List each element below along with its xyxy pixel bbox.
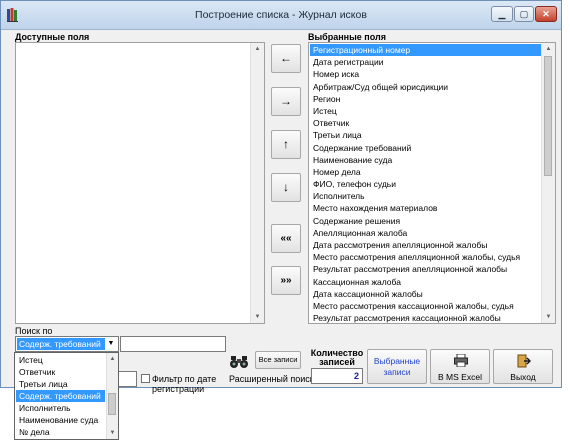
selected-field-item[interactable]: ФИО, телефон судьи	[310, 178, 541, 190]
window-title: Построение списка - Журнал исков	[195, 9, 367, 21]
maximize-button[interactable]: ▢	[514, 6, 534, 22]
minimize-button[interactable]: ▁	[491, 6, 513, 22]
selected-fields-list[interactable]: Регистрационный номер Дата регистрации Ном…	[308, 42, 556, 324]
scroll-up-arrow-icon[interactable]: ▲	[542, 43, 555, 55]
date-filter-label: Фильтр по дате регистрации	[152, 374, 217, 394]
selected-field-item[interactable]: Наименование суда	[310, 154, 541, 166]
dialog-window: Построение списка - Журнал исков ▁ ▢ ✕ Д…	[0, 0, 562, 394]
available-fields-label: Доступные поля	[15, 32, 90, 42]
selected-field-item[interactable]: Истец	[310, 105, 541, 117]
maximize-icon: ▢	[519, 9, 529, 19]
export-excel-button[interactable]: В MS Excel	[430, 349, 490, 384]
scroll-up-arrow-icon[interactable]: ▲	[107, 353, 118, 365]
selected-field-item[interactable]: Дата кассационной жалобы	[310, 288, 541, 300]
selected-fields-label: Выбранные поля	[308, 32, 386, 42]
dropdown-option[interactable]: Ответчик	[16, 366, 105, 378]
title-bar: Построение списка - Журнал исков ▁ ▢ ✕	[1, 1, 561, 30]
exit-door-icon	[517, 354, 531, 368]
selected-field-item[interactable]: Третьи лица	[310, 129, 541, 141]
selected-field-item[interactable]: Арбитраж/Суд общей юрисдикции	[310, 81, 541, 93]
selected-scrollbar[interactable]: ▲ ▼	[541, 43, 555, 323]
selected-field-item[interactable]: Номер дела	[310, 166, 541, 178]
selected-field-item[interactable]: Ответчик	[310, 117, 541, 129]
date-filter-checkbox[interactable]	[141, 374, 150, 383]
selected-field-item[interactable]: Кассационная жалоба	[310, 276, 541, 288]
close-button[interactable]: ✕	[535, 6, 557, 22]
exit-label: Выход	[510, 372, 536, 382]
selected-field-item[interactable]: Результат рассмотрения кассационной жало…	[310, 312, 541, 323]
dropdown-option[interactable]: Содерж. требований	[16, 390, 105, 402]
selected-field-item[interactable]: Место нахождения материалов	[310, 202, 541, 214]
move-down-button[interactable]: ↓	[271, 173, 301, 202]
export-excel-label: В MS Excel	[438, 372, 482, 382]
double-arrow-left-icon: ««	[280, 233, 292, 244]
dropdown-items-container: Истец Ответчик Третьи лица Содерж. требован…	[16, 354, 105, 438]
selected-field-item[interactable]: Место рассмотрения кассационной жалобы, …	[310, 300, 541, 312]
search-text-input[interactable]	[120, 336, 226, 352]
move-all-right-button[interactable]: »»	[271, 266, 301, 295]
selected-field-item[interactable]: Результат рассмотрения апелляционной жал…	[310, 263, 541, 275]
records-count-label: Количество записей	[310, 348, 364, 367]
search-field-combo[interactable]: Содерж. требований ▼	[15, 336, 119, 352]
move-right-button[interactable]: →	[271, 87, 301, 116]
move-up-button[interactable]: ↑	[271, 130, 301, 159]
scroll-down-arrow-icon[interactable]: ▼	[251, 311, 264, 323]
move-all-left-button[interactable]: ««	[271, 224, 301, 253]
records-count-field: 2	[311, 368, 363, 384]
arrow-right-icon: →	[280, 94, 292, 108]
selected-field-item[interactable]: Дата рассмотрения апелляционной жалобы	[310, 239, 541, 251]
available-fields-list[interactable]: ▲ ▼	[15, 42, 265, 324]
dropdown-scrollbar[interactable]: ▲ ▼	[106, 353, 118, 439]
selected-records-label: Выбранные записи	[373, 356, 421, 377]
printer-icon	[454, 354, 468, 367]
chevron-down-icon[interactable]: ▼	[105, 338, 117, 350]
selected-field-item[interactable]: Содержание решения	[310, 215, 541, 227]
selected-items-container: Регистрационный номер Дата регистрации Ном…	[310, 44, 541, 323]
close-icon: ✕	[542, 9, 550, 19]
scroll-up-arrow-icon[interactable]: ▲	[251, 43, 264, 55]
selected-field-item[interactable]: Номер иска	[310, 68, 541, 80]
scroll-down-arrow-icon[interactable]: ▼	[542, 311, 555, 323]
dropdown-option[interactable]: Наименование суда	[16, 414, 105, 426]
selected-field-item[interactable]: Место рассмотрения апелляционной жалобы,…	[310, 251, 541, 263]
search-field-value: Содерж. требований	[17, 338, 105, 350]
scroll-down-arrow-icon[interactable]: ▼	[107, 427, 118, 439]
arrow-left-icon: ←	[280, 51, 292, 65]
arrow-down-icon: ↓	[283, 180, 289, 194]
selected-records-button[interactable]: Выбранные записи	[367, 349, 427, 384]
search-by-label: Поиск по	[15, 326, 53, 336]
selected-field-item[interactable]: Апелляционная жалоба	[310, 227, 541, 239]
scroll-thumb[interactable]	[108, 393, 116, 415]
all-records-button[interactable]: Все записи	[255, 351, 301, 369]
selected-field-item[interactable]: Исполнитель	[310, 190, 541, 202]
search-value-input[interactable]	[118, 371, 137, 387]
dropdown-option[interactable]: Истец	[16, 354, 105, 366]
arrow-up-icon: ↑	[283, 137, 289, 151]
selected-field-item[interactable]: Содержание требований	[310, 142, 541, 154]
dropdown-option[interactable]: Исполнитель	[16, 402, 105, 414]
dropdown-option[interactable]: № дела	[16, 426, 105, 438]
move-left-button[interactable]: ←	[271, 44, 301, 73]
selected-field-item[interactable]: Регистрационный номер	[310, 44, 541, 57]
dropdown-option[interactable]: Третьи лица	[16, 378, 105, 390]
minimize-icon: ▁	[498, 9, 506, 19]
double-arrow-right-icon: »»	[280, 275, 292, 286]
search-field-dropdown[interactable]: Истец Ответчик Третьи лица Содерж. требован…	[14, 352, 119, 440]
exit-button[interactable]: Выход	[493, 349, 553, 384]
scroll-thumb[interactable]	[544, 56, 552, 176]
selected-field-item[interactable]: Дата регистрации	[310, 56, 541, 68]
selected-field-item[interactable]: Регион	[310, 93, 541, 105]
binoculars-icon[interactable]	[229, 355, 249, 369]
available-scrollbar[interactable]: ▲ ▼	[250, 43, 264, 323]
extended-search-label[interactable]: Расширенный поиск	[229, 374, 314, 384]
